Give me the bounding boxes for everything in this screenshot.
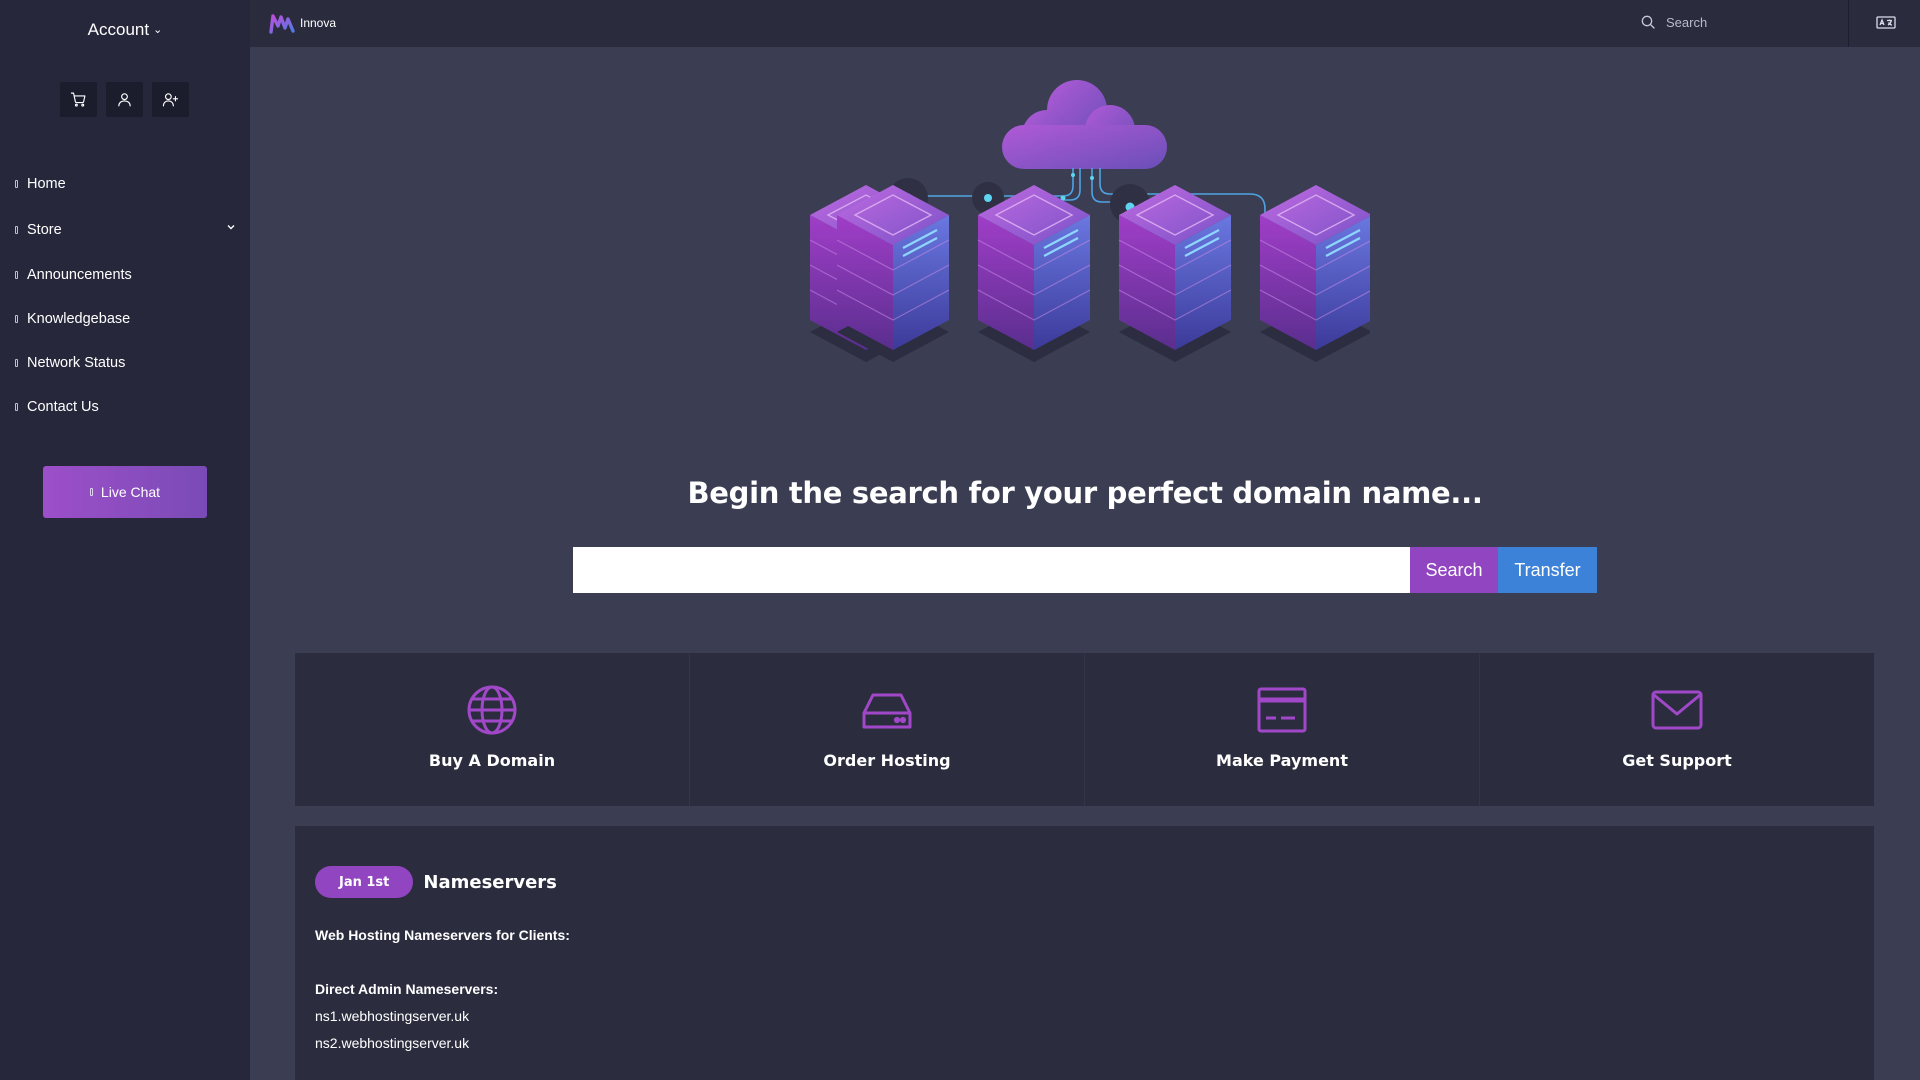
date-badge: Jan 1st (315, 866, 414, 898)
globe-icon (467, 685, 517, 735)
sidebar-item-label: Knowledgebase (27, 311, 131, 327)
sidebar-item-announcements[interactable]: Announcements (0, 253, 250, 297)
tile-label: Buy A Domain (428, 751, 556, 770)
register-button[interactable] (152, 82, 189, 117)
brand-logo-link[interactable]: Innova (268, 12, 336, 34)
live-chat-label: Live Chat (100, 484, 161, 500)
account-label: Account (87, 20, 150, 39)
account-dropdown[interactable]: Account ⌄ (0, 20, 250, 40)
topbar-divider (1848, 0, 1849, 47)
sidebar-nav: Home Store Announcements Knowledgebase N… (0, 162, 250, 429)
chevron-down-icon: ⌄ (153, 24, 163, 36)
chat-icon (89, 488, 93, 496)
nav-bullet-icon (15, 359, 18, 367)
sidebar-item-network-status[interactable]: Network Status (0, 341, 250, 385)
search-input[interactable] (1666, 14, 1826, 30)
brand-name: Innova (300, 16, 337, 30)
nav-bullet-icon (15, 315, 18, 323)
top-search (1640, 14, 1826, 30)
sidebar-item-label: Contact Us (27, 399, 99, 415)
tile-label: Get Support (1622, 751, 1732, 770)
hard-drive-icon (862, 693, 912, 729)
live-chat-button[interactable]: Live Chat (43, 466, 207, 518)
tile-label: Order Hosting (823, 751, 951, 770)
sidebar-item-label: Network Status (27, 355, 126, 371)
sidebar-item-store[interactable]: Store (0, 206, 250, 253)
account-icon-row (60, 82, 189, 117)
envelope-icon (1651, 690, 1703, 730)
cloud-icon (1002, 80, 1167, 169)
innova-logo-icon (269, 14, 295, 34)
cloud-servers-illustration (810, 80, 1370, 364)
tile-order-hosting[interactable]: Order Hosting (689, 653, 1084, 806)
tile-label: Make Payment (1216, 751, 1348, 770)
language-button[interactable] (1876, 14, 1896, 37)
sidebar-item-label: Home (27, 176, 66, 192)
nav-bullet-icon (15, 403, 18, 411)
domain-transfer-button[interactable]: Transfer (1498, 547, 1597, 593)
top-bar: Innova (250, 0, 1920, 47)
domain-search-form: Search Transfer (573, 547, 1597, 593)
tile-get-support[interactable]: Get Support (1479, 653, 1874, 806)
nameservers-heading: Direct Admin Nameservers: (315, 981, 499, 997)
credit-card-icon (1257, 687, 1307, 733)
tile-make-payment[interactable]: Make Payment (1084, 653, 1479, 806)
announcement-title[interactable]: Nameservers (423, 872, 557, 893)
quick-action-tiles: Buy A Domain Order Hosting Make Payment … (295, 653, 1874, 806)
cart-icon (70, 92, 86, 107)
user-icon (118, 93, 131, 107)
user-plus-icon (162, 93, 179, 107)
login-button[interactable] (106, 82, 143, 117)
announcement-body: Web Hosting Nameservers for Clients: Dir… (315, 922, 1854, 1057)
announcement-card: Jan 1st Nameservers Web Hosting Nameserv… (295, 826, 1874, 1080)
sidebar-item-home[interactable]: Home (0, 162, 250, 206)
announcement-header: Jan 1st Nameservers (315, 866, 1854, 898)
page-headline: Begin the search for your perfect domain… (687, 476, 1483, 510)
sidebar: Account ⌄ Home Store Announcements Knowl… (0, 0, 250, 1080)
nav-bullet-icon (15, 225, 18, 234)
nameserver-1: ns1.webhostingserver.uk (315, 1008, 470, 1024)
chevron-down-icon (227, 225, 235, 230)
search-icon (1641, 15, 1655, 29)
domain-search-button[interactable]: Search (1410, 547, 1498, 593)
nav-bullet-icon (15, 271, 18, 279)
tile-buy-domain[interactable]: Buy A Domain (295, 653, 689, 806)
cart-button[interactable] (60, 82, 97, 117)
language-icon (1876, 16, 1896, 29)
sidebar-item-contact-us[interactable]: Contact Us (0, 385, 250, 429)
announcement-intro: Web Hosting Nameservers for Clients: (315, 927, 570, 943)
sidebar-item-knowledgebase[interactable]: Knowledgebase (0, 297, 250, 341)
nameserver-2: ns2.webhostingserver.uk (315, 1035, 470, 1051)
sidebar-item-label: Store (27, 221, 62, 238)
sidebar-item-label: Announcements (27, 267, 132, 283)
nav-bullet-icon (15, 180, 18, 188)
domain-input[interactable] (573, 547, 1410, 593)
